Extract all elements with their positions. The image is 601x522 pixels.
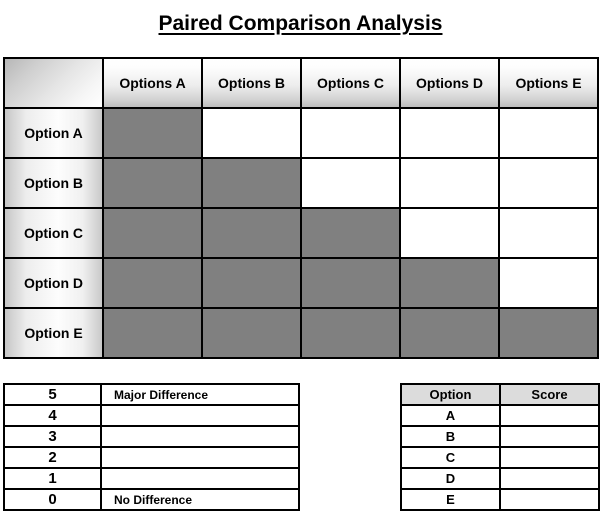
legend-score-5: 5 [3,383,102,406]
matrix-body: Option A Option B Option C Option D Opti… [3,107,599,359]
legend-description-0[interactable]: No Difference [100,488,300,511]
legend-score-0: 0 [3,488,102,511]
score-table-header-row: Option Score [400,383,600,406]
paired-comparison-matrix: Options A Options B Options C Options D … [3,57,599,359]
score-value-a[interactable] [499,404,600,427]
score-option-e: E [400,488,501,511]
legend-row: 3 [3,425,300,448]
matrix-row-header-c: Option C [3,207,104,259]
score-value-b[interactable] [499,425,600,448]
matrix-cell-d-b [201,257,302,309]
matrix-cell-d-c [300,257,401,309]
matrix-cell-b-c[interactable] [300,157,401,209]
difference-scale-legend: 5 Major Difference 4 3 2 1 0 No Differen… [3,383,300,511]
legend-row: 4 [3,404,300,427]
score-value-c[interactable] [499,446,600,469]
score-table-row: A [400,404,600,427]
matrix-cell-c-c [300,207,401,259]
matrix-column-header-d: Options D [399,57,500,109]
matrix-cell-c-a [102,207,203,259]
score-table-header-score: Score [499,383,600,406]
score-table-row: D [400,467,600,490]
matrix-cell-c-e[interactable] [498,207,599,259]
matrix-row-header-b: Option B [3,157,104,209]
matrix-cell-a-a [102,107,203,159]
matrix-row: Option C [3,207,599,259]
matrix-cell-d-d [399,257,500,309]
legend-description-1[interactable] [100,467,300,490]
matrix-cell-e-c [300,307,401,359]
score-option-c: C [400,446,501,469]
option-score-table: Option Score A B C D E [400,383,600,511]
matrix-row: Option B [3,157,599,209]
score-table-header-option: Option [400,383,501,406]
legend-description-4[interactable] [100,404,300,427]
page-title-container: Paired Comparison Analysis [0,0,601,48]
score-option-a: A [400,404,501,427]
score-option-b: B [400,425,501,448]
score-option-d: D [400,467,501,490]
matrix-column-header-b: Options B [201,57,302,109]
matrix-cell-b-d[interactable] [399,157,500,209]
legend-score-4: 4 [3,404,102,427]
legend-description-2[interactable] [100,446,300,469]
legend-body: 5 Major Difference 4 3 2 1 0 No Differen… [3,383,300,511]
matrix-cell-e-d [399,307,500,359]
matrix-cell-a-e[interactable] [498,107,599,159]
score-table-row: C [400,446,600,469]
matrix-cell-c-b [201,207,302,259]
matrix-cell-e-a [102,307,203,359]
matrix-cell-d-a [102,257,203,309]
matrix-column-header-c: Options C [300,57,401,109]
matrix-corner-cell [3,57,104,109]
matrix-cell-b-b [201,157,302,209]
matrix-cell-b-a [102,157,203,209]
matrix-cell-b-e[interactable] [498,157,599,209]
matrix-column-header-a: Options A [102,57,203,109]
legend-description-5[interactable]: Major Difference [100,383,300,406]
legend-score-2: 2 [3,446,102,469]
matrix-cell-c-d[interactable] [399,207,500,259]
matrix-row-header-a: Option A [3,107,104,159]
legend-score-1: 1 [3,467,102,490]
matrix-cell-a-c[interactable] [300,107,401,159]
score-table-row: B [400,425,600,448]
matrix-header-row: Options A Options B Options C Options D … [3,57,599,109]
legend-row: 1 [3,467,300,490]
legend-row: 5 Major Difference [3,383,300,406]
matrix-row: Option E [3,307,599,359]
matrix-cell-e-b [201,307,302,359]
matrix-row: Option D [3,257,599,309]
page-title: Paired Comparison Analysis [158,12,443,35]
score-value-d[interactable] [499,467,600,490]
matrix-row: Option A [3,107,599,159]
matrix-row-header-d: Option D [3,257,104,309]
legend-row: 2 [3,446,300,469]
legend-score-3: 3 [3,425,102,448]
matrix-cell-a-b[interactable] [201,107,302,159]
matrix-cell-d-e[interactable] [498,257,599,309]
matrix-cell-a-d[interactable] [399,107,500,159]
matrix-cell-e-e [498,307,599,359]
score-value-e[interactable] [499,488,600,511]
legend-row: 0 No Difference [3,488,300,511]
matrix-row-header-e: Option E [3,307,104,359]
score-table-body: A B C D E [400,404,600,511]
score-table-row: E [400,488,600,511]
matrix-header: Options A Options B Options C Options D … [3,57,599,109]
score-table-header: Option Score [400,383,600,406]
legend-description-3[interactable] [100,425,300,448]
matrix-column-header-e: Options E [498,57,599,109]
